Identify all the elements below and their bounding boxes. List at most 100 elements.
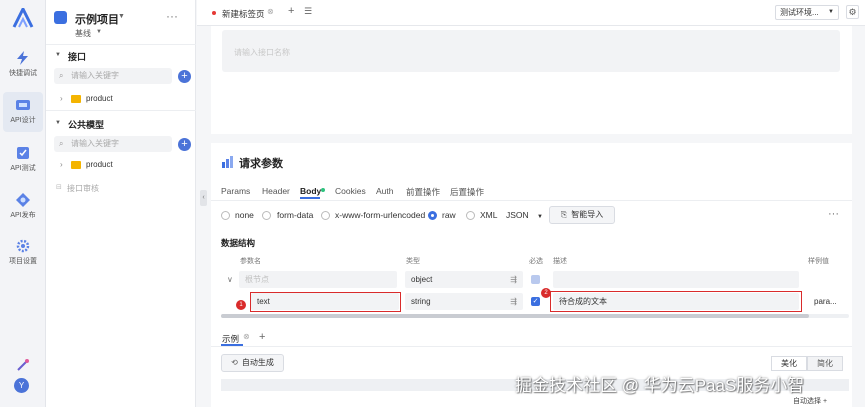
radio-xml[interactable]	[466, 211, 475, 220]
tab-bar: 新建标签页 ⊗ + ☰ 测试环境... ▼ ⚙	[197, 0, 865, 26]
annotation-badge-1: 1	[236, 300, 246, 310]
tab-close-icon[interactable]: ⊗	[267, 7, 274, 16]
collapse-panel-handle[interactable]: ‹	[200, 190, 207, 206]
radio-label-raw: raw	[442, 210, 456, 220]
api-header-card: 请输入接口名称	[211, 26, 852, 134]
divider	[46, 110, 196, 111]
env-settings-icon[interactable]: ⚙	[846, 5, 859, 19]
chevron-down-icon[interactable]: ▼	[118, 13, 125, 20]
annotation-box-1	[250, 292, 401, 312]
param-example-input[interactable]: para...	[808, 293, 852, 310]
subtab-params[interactable]: Params	[221, 186, 250, 196]
collapse-arrow-icon[interactable]: ▼	[55, 120, 61, 126]
model-folder-product[interactable]: product	[86, 160, 113, 169]
format-select[interactable]: JSON ▼	[506, 210, 543, 220]
tab-new[interactable]: 新建标签页	[222, 8, 265, 20]
annotation-badge-2: 2	[541, 288, 551, 298]
tab-list-icon[interactable]: ☰	[304, 6, 312, 17]
subtab-cookies[interactable]: Cookies	[335, 186, 366, 196]
project-name[interactable]: 示例项目	[75, 11, 119, 27]
divider	[211, 200, 852, 201]
row-collapse-icon[interactable]: ∨	[227, 275, 233, 284]
root-required-checkbox[interactable]	[531, 275, 540, 284]
project-more-button[interactable]: ···	[166, 9, 178, 23]
collapse-arrow-icon[interactable]: ▼	[55, 52, 61, 58]
interface-folder-product[interactable]: product	[86, 94, 113, 103]
type-options-icon: ⇶	[510, 297, 517, 306]
auto-select-toggle[interactable]: 自动选择 +	[793, 396, 827, 406]
root-name-input[interactable]: 根节点	[239, 271, 397, 288]
scrollbar-thumb[interactable]	[221, 314, 809, 318]
col-header-required: 必选	[529, 258, 543, 265]
divider	[46, 44, 196, 45]
subtab-post-ops[interactable]: 后置操作	[450, 186, 484, 198]
settings-icon	[16, 239, 30, 253]
add-tab-icon[interactable]: +	[288, 5, 294, 17]
subtab-body[interactable]: Body	[300, 186, 321, 196]
app-logo-icon	[12, 8, 34, 28]
simplify-button[interactable]: 简化	[807, 356, 843, 371]
interface-search-input[interactable]: ⌕ 请输入关键字	[54, 68, 172, 84]
rail-item-api-publish[interactable]: API发布	[3, 187, 43, 227]
section-title-data-structure: 数据结构	[221, 238, 256, 248]
subtab-pre-ops[interactable]: 前置操作	[406, 186, 440, 198]
horizontal-scrollbar[interactable]	[221, 314, 849, 318]
subtab-active-underline	[300, 197, 320, 199]
watermark-text: 掘金技术社区 @ 华为云PaaS服务小智	[515, 376, 805, 395]
body-active-dot	[321, 188, 325, 192]
smart-import-button[interactable]: ⎘ 智能导入	[549, 206, 615, 224]
add-model-button[interactable]: +	[178, 138, 191, 151]
radio-label-form-data: form-data	[277, 210, 314, 220]
branch-label[interactable]: 基线	[75, 28, 91, 39]
rail-item-api-design[interactable]: API设计	[3, 92, 43, 132]
radio-none[interactable]	[221, 211, 230, 220]
root-type-select[interactable]: object ⇶	[405, 271, 523, 288]
subtab-header[interactable]: Header	[262, 186, 290, 196]
api-test-icon	[17, 147, 29, 159]
radio-raw[interactable]	[428, 211, 437, 220]
annotation-box-2	[550, 291, 802, 312]
models-section-title[interactable]: 公共模型	[68, 118, 104, 131]
chevron-down-icon: ▼	[828, 9, 834, 15]
rail-item-project-settings[interactable]: 项目设置	[3, 233, 43, 273]
review-icon: ⊟	[56, 184, 62, 191]
subtab-auth[interactable]: Auth	[376, 186, 394, 196]
plus-icon: +	[822, 398, 828, 405]
rail-item-api-test[interactable]: API测试	[3, 140, 43, 180]
folder-icon	[71, 161, 81, 169]
branch-chevron-icon[interactable]: ▼	[96, 29, 102, 35]
radio-urlencoded[interactable]	[321, 211, 330, 220]
param-required-checkbox[interactable]: ✓	[531, 297, 540, 306]
radio-label-none: none	[235, 210, 254, 220]
user-avatar[interactable]: Y	[14, 378, 29, 393]
more-options-button[interactable]: ···	[828, 208, 839, 220]
tools-icon[interactable]	[16, 358, 30, 372]
radio-label-xml: XML	[480, 210, 498, 220]
type-options-icon: ⇶	[510, 275, 517, 284]
beautify-button[interactable]: 美化	[771, 356, 807, 371]
api-design-icon	[16, 100, 30, 110]
interfaces-section-title[interactable]: 接口	[68, 50, 86, 63]
auto-generate-button[interactable]: ⟲ 自动生成	[221, 354, 284, 372]
api-name-input[interactable]: 请输入接口名称	[222, 30, 840, 72]
radio-form-data[interactable]	[262, 211, 271, 220]
api-publish-icon	[16, 193, 30, 207]
root-desc-input[interactable]	[553, 271, 799, 288]
expand-arrow-icon[interactable]: ›	[60, 94, 63, 103]
interface-review-item[interactable]: 接口审核	[67, 183, 99, 194]
expand-arrow-icon[interactable]: ›	[60, 160, 63, 169]
add-interface-button[interactable]: +	[178, 70, 191, 83]
col-header-desc: 描述	[553, 258, 567, 265]
environment-select[interactable]: 测试环境... ▼	[775, 5, 839, 20]
search-icon: ⌕	[59, 139, 64, 148]
rail-item-quick-debug[interactable]: 快捷调试	[3, 45, 43, 85]
add-example-button[interactable]: +	[259, 331, 265, 343]
param-type-select[interactable]: string ⇶	[405, 293, 523, 310]
left-rail: 快捷调试 API设计 API测试 API发布 项目设置 Y	[0, 0, 46, 407]
unsaved-dot	[212, 11, 216, 15]
refresh-icon: ⟲	[231, 358, 238, 367]
model-search-input[interactable]: ⌕ 请输入关键字	[54, 136, 172, 152]
project-icon	[54, 11, 67, 24]
example-tab-close-icon[interactable]: ⊗	[243, 332, 250, 341]
folder-icon	[71, 95, 81, 103]
